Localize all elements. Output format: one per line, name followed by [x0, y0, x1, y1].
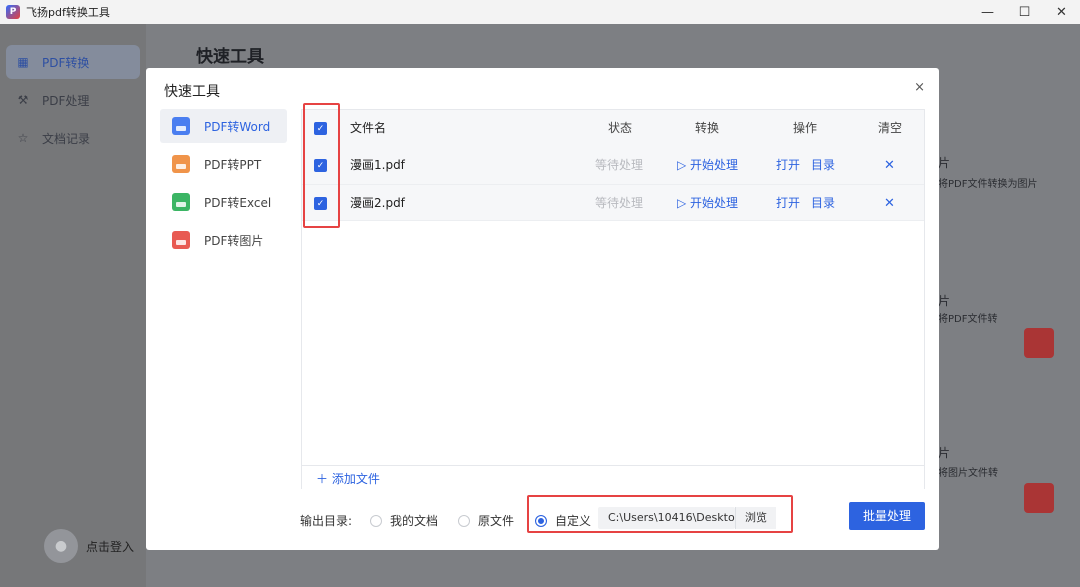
close-window-button[interactable]: ✕ — [1043, 0, 1080, 24]
sidebar-item-doc-records[interactable]: ☆ 文档记录 — [6, 121, 140, 155]
radio-original-file[interactable]: 原文件 — [458, 512, 514, 529]
bg-card-title: 片 — [938, 446, 951, 460]
login-label: 点击登入 — [86, 539, 135, 554]
sidebar-item-pdf-convert[interactable]: ▦ PDF转换 — [6, 45, 140, 79]
maximize-button[interactable]: ☐ — [1006, 0, 1043, 24]
bg-card-desc: 将PDF文件转 — [938, 314, 998, 325]
app-title: 飞扬pdf转换工具 — [26, 6, 110, 19]
start-process-button[interactable]: ▷ 开始处理 — [677, 147, 738, 184]
output-dir-label: 输出目录: — [300, 514, 353, 528]
bg-card-desc: 将图片文件转 — [938, 468, 998, 479]
header-operation: 操作 — [793, 121, 818, 135]
clear-all-button[interactable]: 清空 — [878, 110, 902, 147]
row-checkbox[interactable]: ✓ — [314, 159, 327, 172]
open-folder-link[interactable]: 目录 — [811, 185, 835, 222]
window-titlebar: P 飞扬pdf转换工具 — ☐ ✕ — [0, 0, 1080, 24]
tool-pdf-to-word[interactable]: PDF转Word — [160, 109, 287, 143]
sidebar-item-pdf-process[interactable]: ⚒ PDF处理 — [6, 83, 140, 117]
radio-label: 原文件 — [478, 514, 515, 528]
tool-pdf-to-ppt[interactable]: PDF转PPT — [160, 147, 287, 181]
tool-icon: ⚒ — [17, 93, 29, 107]
file-status: 等待处理 — [595, 196, 644, 210]
radio-custom[interactable]: 自定义 — [535, 512, 591, 529]
open-file-link[interactable]: 打开 — [776, 147, 800, 184]
login-area[interactable]: ● 点击登入 — [44, 529, 134, 563]
radio-icon — [458, 514, 470, 527]
bg-card-title: 片 — [938, 294, 951, 308]
header-convert: 转换 — [695, 121, 720, 135]
minimize-button[interactable]: — — [969, 0, 1006, 24]
bg-card-title: 片 — [938, 156, 951, 170]
page-title: 快速工具 — [196, 47, 264, 67]
dialog-title: 快速工具 — [164, 84, 220, 100]
row-checkbox[interactable]: ✓ — [314, 197, 327, 210]
background-sidebar: ▦ PDF转换 ⚒ PDF处理 ☆ 文档记录 — [0, 24, 146, 587]
tool-label: PDF转Excel — [204, 195, 272, 210]
bg-card-desc: 将PDF文件转换为图片 — [938, 179, 1038, 190]
app-logo-icon: P — [6, 5, 20, 19]
open-folder-link[interactable]: 目录 — [811, 147, 835, 184]
add-file-bar: ＋ 添加文件 — [302, 465, 924, 489]
file-status: 等待处理 — [595, 158, 644, 172]
radio-label: 我的文档 — [390, 514, 439, 528]
radio-selected-icon — [535, 514, 547, 527]
image-file-icon — [1024, 483, 1054, 513]
sidebar-item-label: PDF转换 — [42, 55, 90, 70]
header-status: 状态 — [608, 121, 633, 135]
table-header: ✓ 文件名 状态 转换 操作 清空 — [302, 110, 924, 147]
avatar-icon: ● — [44, 529, 78, 563]
table-row: ✓ 漫画1.pdf 等待处理 ▷ 开始处理 打开 目录 ✕ — [302, 147, 924, 184]
select-all-checkbox[interactable]: ✓ — [314, 122, 327, 135]
tool-label: PDF转图片 — [204, 233, 264, 248]
pdf-file-icon — [1024, 328, 1054, 358]
word-file-icon — [172, 117, 190, 135]
output-path-field[interactable]: C:\Users\10416\Deskto — [598, 507, 735, 529]
open-file-link[interactable]: 打开 — [776, 185, 800, 222]
tool-label: PDF转PPT — [204, 157, 262, 172]
remove-row-icon[interactable]: ✕ — [884, 147, 895, 184]
add-file-button[interactable]: ＋ 添加文件 — [316, 470, 380, 487]
sidebar-item-label: 文档记录 — [42, 131, 91, 146]
remove-row-icon[interactable]: ✕ — [884, 185, 895, 222]
radio-label: 自定义 — [555, 514, 592, 528]
tool-pdf-to-excel[interactable]: PDF转Excel — [160, 185, 287, 219]
batch-process-button[interactable]: 批量处理 — [849, 502, 925, 530]
window-controls: — ☐ ✕ — [969, 0, 1080, 24]
image-file-icon — [172, 231, 190, 249]
ppt-file-icon — [172, 155, 190, 173]
tool-pdf-to-image[interactable]: PDF转图片 — [160, 223, 287, 257]
excel-file-icon — [172, 193, 190, 211]
quick-tools-dialog: 快速工具 × PDF转Word PDF转PPT PDF转Excel PDF转图片… — [146, 68, 939, 550]
close-icon[interactable]: × — [914, 80, 925, 95]
star-icon: ☆ — [17, 131, 29, 145]
browse-button[interactable]: 浏览 — [735, 507, 776, 529]
radio-my-documents[interactable]: 我的文档 — [370, 512, 438, 529]
grid-icon: ▦ — [17, 55, 29, 69]
file-name: 漫画1.pdf — [350, 158, 405, 172]
start-process-button[interactable]: ▷ 开始处理 — [677, 185, 738, 222]
file-table: ✓ 文件名 状态 转换 操作 清空 ✓ 漫画1.pdf 等待处理 ▷ 开始处理 … — [301, 109, 925, 489]
file-name: 漫画2.pdf — [350, 196, 405, 210]
radio-icon — [370, 514, 382, 527]
header-filename: 文件名 — [350, 121, 387, 135]
table-row: ✓ 漫画2.pdf 等待处理 ▷ 开始处理 打开 目录 ✕ — [302, 184, 924, 221]
sidebar-item-label: PDF处理 — [42, 93, 90, 108]
tool-label: PDF转Word — [204, 119, 271, 134]
